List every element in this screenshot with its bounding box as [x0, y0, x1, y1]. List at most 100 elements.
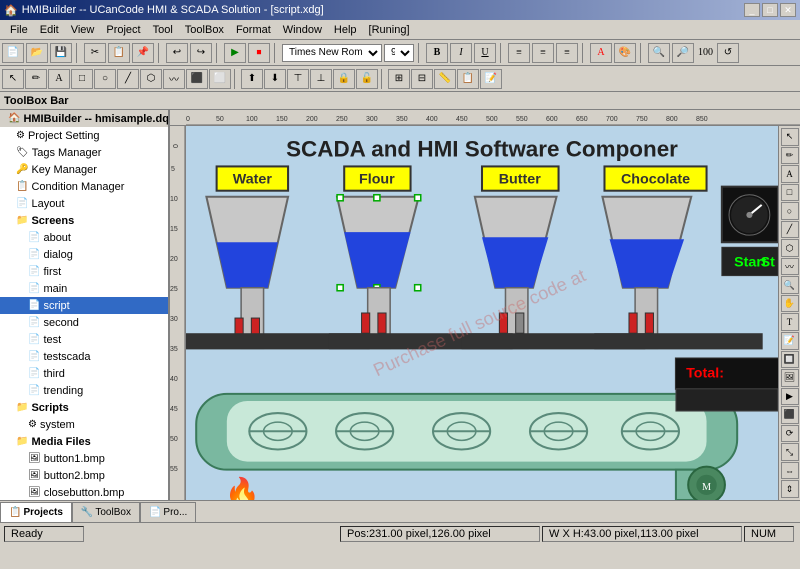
- tree-screen-script[interactable]: 📄 script: [0, 297, 168, 314]
- rt-rect[interactable]: □: [781, 184, 799, 202]
- stop-button[interactable]: ⏹: [248, 43, 270, 63]
- move-back-button[interactable]: ⬇: [264, 69, 286, 89]
- menu-project[interactable]: Project: [100, 22, 146, 38]
- tree-layout[interactable]: 📄 Layout: [0, 195, 168, 212]
- select-button[interactable]: ↖: [2, 69, 24, 89]
- pointer-button[interactable]: ✏: [25, 69, 47, 89]
- ruler-button[interactable]: 📏: [434, 69, 456, 89]
- zoom-out-button[interactable]: 🔎: [672, 43, 694, 63]
- tree-closebutton[interactable]: 🖼 closebutton.bmp: [0, 484, 168, 500]
- rt-text[interactable]: A: [781, 165, 799, 183]
- rt-symbol[interactable]: 🔲: [781, 351, 799, 369]
- run-button[interactable]: ▶: [224, 43, 246, 63]
- rt-stop[interactable]: ⬛: [781, 406, 799, 424]
- zoom-reset-button[interactable]: ↺: [717, 43, 739, 63]
- ellipse-button[interactable]: ○: [94, 69, 116, 89]
- font-color-button[interactable]: A: [590, 43, 612, 63]
- rt-rotate[interactable]: ⟳: [781, 425, 799, 443]
- rt-play[interactable]: ▶: [781, 388, 799, 406]
- menu-edit[interactable]: Edit: [34, 22, 65, 38]
- align-bottom-button[interactable]: ⊥: [310, 69, 332, 89]
- copy-button[interactable]: 📋: [108, 43, 130, 63]
- redo-button[interactable]: ↪: [190, 43, 212, 63]
- menu-view[interactable]: View: [65, 22, 101, 38]
- align-top-button[interactable]: ⊤: [287, 69, 309, 89]
- rt-draw[interactable]: ✏: [781, 147, 799, 165]
- tree-screen-about[interactable]: 📄 about: [0, 229, 168, 246]
- ungroup-button[interactable]: ⬜: [209, 69, 231, 89]
- tree-screen-second[interactable]: 📄 second: [0, 314, 168, 331]
- zoom-in-button[interactable]: 🔍: [648, 43, 670, 63]
- rt-line[interactable]: ╱: [781, 221, 799, 239]
- minimize-button[interactable]: _: [744, 3, 760, 17]
- tree-screens[interactable]: 📁 Screens: [0, 212, 168, 229]
- rect-button[interactable]: □: [71, 69, 93, 89]
- tree-media-files[interactable]: 📁 Media Files: [0, 433, 168, 450]
- tree-screen-dialog[interactable]: 📄 dialog: [0, 246, 168, 263]
- undo-button[interactable]: ↩: [166, 43, 188, 63]
- new-button[interactable]: 📄: [2, 43, 24, 63]
- tree-root[interactable]: 🏠 HMIBuilder -- hmisample.dq: [0, 110, 168, 127]
- align-center-button[interactable]: ≡: [532, 43, 554, 63]
- tree-condition-manager[interactable]: 📋 Condition Manager: [0, 178, 168, 195]
- save-button[interactable]: 💾: [50, 43, 72, 63]
- close-button[interactable]: ✕: [780, 3, 796, 17]
- unlock-button[interactable]: 🔓: [356, 69, 378, 89]
- canvas-content[interactable]: SCADA and HMI Software Componer Water: [186, 126, 778, 500]
- underline-button[interactable]: U: [474, 43, 496, 63]
- tree-button1[interactable]: 🖼 button1.bmp: [0, 450, 168, 467]
- rt-resize[interactable]: ⤡: [781, 443, 799, 461]
- align-left-button[interactable]: ≡: [508, 43, 530, 63]
- bg-color-button[interactable]: 🎨: [614, 43, 636, 63]
- align-right-button[interactable]: ≡: [556, 43, 578, 63]
- tree-button2[interactable]: 🖼 button2.bmp: [0, 467, 168, 484]
- spline-button[interactable]: 〰: [163, 69, 185, 89]
- rt-poly[interactable]: ⬡: [781, 239, 799, 257]
- prop-button[interactable]: 📋: [457, 69, 479, 89]
- rt-fliph[interactable]: ⇔: [781, 462, 799, 480]
- menu-format[interactable]: Format: [230, 22, 277, 38]
- rt-component[interactable]: T: [781, 313, 799, 331]
- tree-screen-trending[interactable]: 📄 trending: [0, 382, 168, 399]
- open-button[interactable]: 📂: [26, 43, 48, 63]
- rt-select[interactable]: ↖: [781, 128, 799, 146]
- text-button[interactable]: A: [48, 69, 70, 89]
- tab-properties[interactable]: 📄 Pro...: [140, 502, 196, 522]
- tree-key-manager[interactable]: 🔑 Key Manager: [0, 161, 168, 178]
- tree-system[interactable]: ⚙ system: [0, 416, 168, 433]
- bold-button[interactable]: B: [426, 43, 448, 63]
- rt-image[interactable]: 🖼: [781, 369, 799, 387]
- line-button[interactable]: ╱: [117, 69, 139, 89]
- menu-tool[interactable]: Tool: [147, 22, 179, 38]
- font-name-select[interactable]: Times New Roman: [282, 44, 382, 62]
- group-button[interactable]: ⬛: [186, 69, 208, 89]
- rt-zoom[interactable]: 🔍: [781, 276, 799, 294]
- move-front-button[interactable]: ⬆: [241, 69, 263, 89]
- tree-screen-testscada[interactable]: 📄 testscada: [0, 348, 168, 365]
- menu-toolbox[interactable]: ToolBox: [179, 22, 230, 38]
- menu-file[interactable]: File: [4, 22, 34, 38]
- rt-ellipse[interactable]: ○: [781, 202, 799, 220]
- menu-window[interactable]: Window: [277, 22, 328, 38]
- menu-running[interactable]: [Runing]: [363, 22, 416, 38]
- tree-screen-test[interactable]: 📄 test: [0, 331, 168, 348]
- grid-button[interactable]: ⊞: [388, 69, 410, 89]
- tree-screen-third[interactable]: 📄 third: [0, 365, 168, 382]
- rt-hand[interactable]: ✋: [781, 295, 799, 313]
- tree-scripts[interactable]: 📁 Scripts: [0, 399, 168, 416]
- font-size-select[interactable]: 9: [384, 44, 414, 62]
- maximize-button[interactable]: □: [762, 3, 778, 17]
- rt-note[interactable]: 📝: [781, 332, 799, 350]
- tab-projects[interactable]: 📋 Projects: [0, 502, 72, 522]
- lock-button[interactable]: 🔒: [333, 69, 355, 89]
- poly-button[interactable]: ⬡: [140, 69, 162, 89]
- tree-project-setting[interactable]: ⚙ Project Setting: [0, 127, 168, 144]
- tree-screen-main[interactable]: 📄 main: [0, 280, 168, 297]
- script-button[interactable]: 📝: [480, 69, 502, 89]
- snap-button[interactable]: ⊟: [411, 69, 433, 89]
- italic-button[interactable]: I: [450, 43, 472, 63]
- tab-toolbox[interactable]: 🔧 ToolBox: [72, 502, 140, 522]
- cut-button[interactable]: ✂: [84, 43, 106, 63]
- tree-tags-manager[interactable]: 🏷 Tags Manager: [0, 144, 168, 161]
- tree-screen-first[interactable]: 📄 first: [0, 263, 168, 280]
